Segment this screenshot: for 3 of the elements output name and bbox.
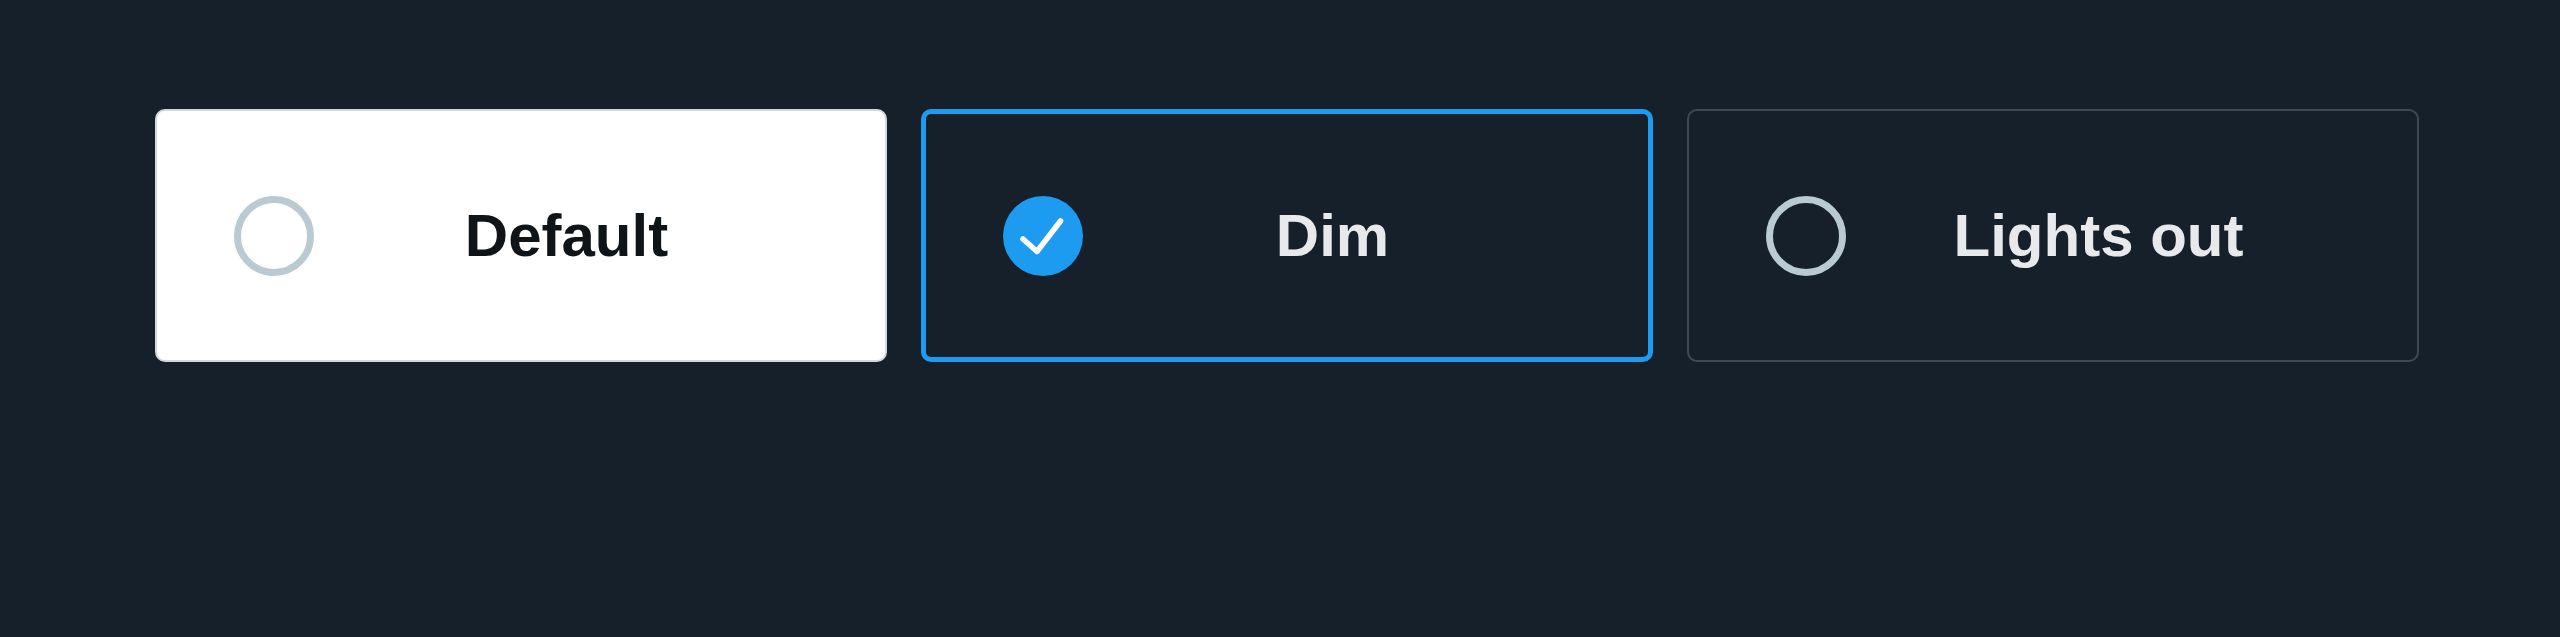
theme-option[interactable]: Default <box>155 109 887 362</box>
theme-option[interactable]: Dim <box>921 109 1653 362</box>
theme-option[interactable]: Lights out <box>1687 109 2419 362</box>
